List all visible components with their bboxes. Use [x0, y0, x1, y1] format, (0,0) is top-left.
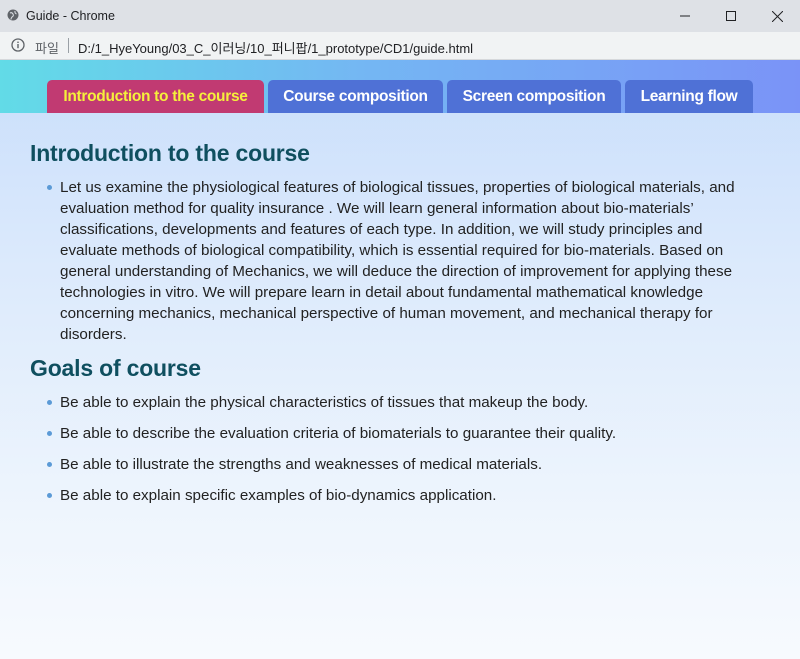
tab-introduction[interactable]: Introduction to the course [47, 80, 264, 113]
minimize-icon [680, 15, 690, 17]
maximize-button[interactable] [708, 0, 754, 32]
close-icon [771, 10, 783, 22]
bullet-icon [47, 431, 52, 436]
globe-icon [7, 9, 19, 21]
list-item: Let us examine the physiological feature… [30, 177, 760, 345]
bullet-icon [47, 185, 52, 190]
intro-heading: Introduction to the course [30, 140, 310, 166]
url-text[interactable]: D:/1_HyeYoung/03_C_이러닝/10_퍼니팝/1_prototyp… [78, 38, 473, 57]
goal-text: Be able to describe the evaluation crite… [60, 425, 617, 442]
goals-list: Be able to explain the physical characte… [30, 392, 760, 506]
bullet-icon [47, 493, 52, 498]
goals-heading: Goals of course [30, 355, 201, 381]
window-title: Guide - Chrome [26, 9, 115, 23]
tab-bar: Introduction to the course Course compos… [0, 60, 800, 113]
address-separator [68, 38, 69, 53]
maximize-icon [726, 11, 736, 21]
list-item: Be able to describe the evaluation crite… [30, 423, 760, 444]
intro-list: Let us examine the physiological feature… [30, 177, 760, 345]
address-bar[interactable]: 파일 D:/1_HyeYoung/03_C_이러닝/10_퍼니팝/1_proto… [0, 32, 800, 60]
list-item: Be able to explain the physical characte… [30, 392, 760, 413]
tab-learning-flow[interactable]: Learning flow [625, 80, 753, 113]
goal-text: Be able to explain specific examples of … [60, 487, 497, 504]
window-titlebar: Guide - Chrome [0, 0, 800, 32]
bullet-icon [47, 462, 52, 467]
info-icon[interactable] [11, 38, 25, 52]
scheme-label: 파일 [35, 41, 59, 56]
bullet-icon [47, 400, 52, 405]
close-button[interactable] [754, 0, 800, 32]
main-content: Introduction to the course Let us examin… [30, 140, 760, 516]
tab-course-composition[interactable]: Course composition [268, 80, 443, 113]
minimize-button[interactable] [662, 0, 708, 32]
list-item: Be able to illustrate the strengths and … [30, 454, 760, 475]
page-content: Introduction to the course Course compos… [0, 60, 800, 659]
goal-text: Be able to explain the physical characte… [60, 394, 589, 411]
tab-screen-composition[interactable]: Screen composition [447, 80, 621, 113]
goal-text: Be able to illustrate the strengths and … [60, 456, 543, 473]
list-item: Be able to explain specific examples of … [30, 485, 760, 506]
intro-text: Let us examine the physiological feature… [60, 179, 735, 343]
